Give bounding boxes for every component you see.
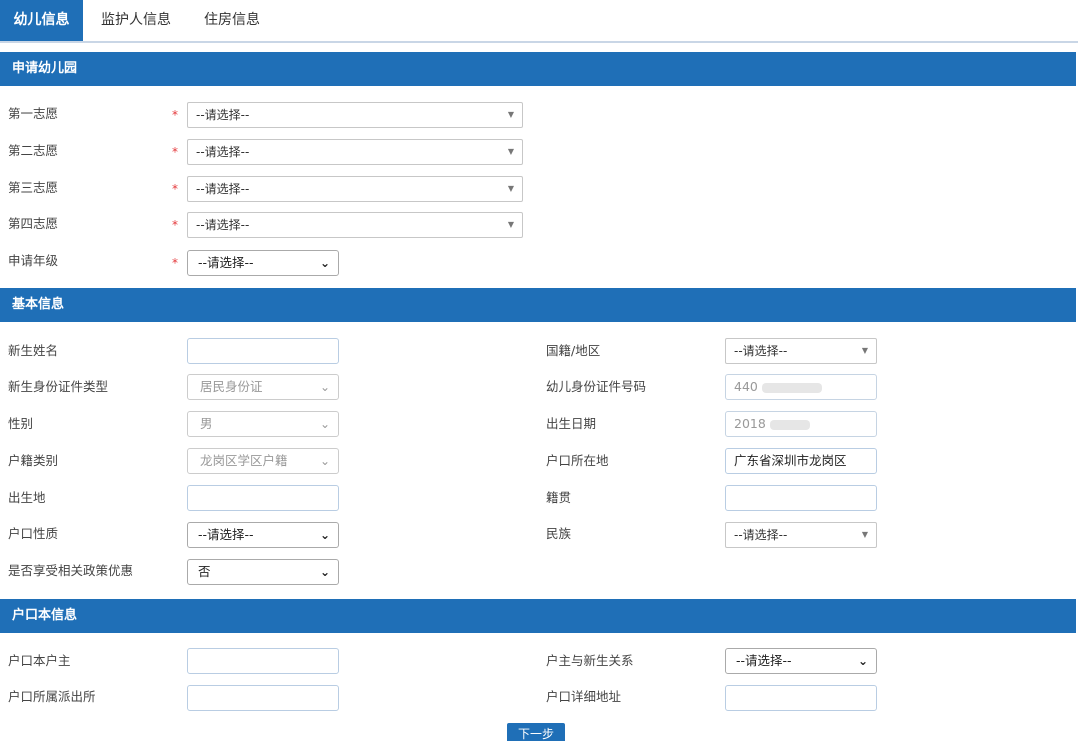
dropdown-arrow-icon: ▼ <box>507 220 514 229</box>
section-header-apply: 申请幼儿园 <box>0 52 1076 86</box>
nationality-select[interactable]: --请选择-- ▼ <box>725 338 877 364</box>
required-mark: * <box>172 182 178 196</box>
dropdown-arrow-icon: ▼ <box>507 147 514 156</box>
name-label: 新生姓名 <box>8 343 59 358</box>
hukou-location-label: 户口所在地 <box>546 453 609 468</box>
choice3-label: 第三志愿 <box>8 180 59 195</box>
native-place-input[interactable] <box>725 485 877 511</box>
choice3-select[interactable]: --请选择-- ▼ <box>187 176 523 202</box>
ethnicity-select[interactable]: --请选择-- ▼ <box>725 522 877 548</box>
redacted-mask <box>761 382 822 393</box>
hukou-type-value: 龙岗区学区户籍 <box>200 453 288 468</box>
hukou-type-select[interactable]: 龙岗区学区户籍 ⌄ <box>187 448 339 474</box>
hukou-type-label: 户籍类别 <box>8 453 59 468</box>
birthplace-input[interactable] <box>187 485 339 511</box>
chevron-down-icon: ⌄ <box>319 528 330 542</box>
choice3-select-value: --请选择-- <box>196 182 250 196</box>
chevron-down-icon: ⌄ <box>319 417 330 431</box>
policy-select[interactable]: 否 ⌄ <box>187 559 339 585</box>
required-mark: * <box>172 218 178 232</box>
choice2-select[interactable]: --请选择-- ▼ <box>187 139 523 165</box>
relation-value: --请选择-- <box>736 653 792 668</box>
required-mark: * <box>172 145 178 159</box>
relation-label: 户主与新生关系 <box>546 653 634 668</box>
address-label: 户口详细地址 <box>546 689 622 704</box>
grade-select[interactable]: --请选择-- ⌄ <box>187 250 339 276</box>
chevron-down-icon: ⌄ <box>319 565 330 579</box>
grade-select-value: --请选择-- <box>198 255 254 270</box>
nationality-label: 国籍/地区 <box>546 343 601 358</box>
hukou-nature-value: --请选择-- <box>198 527 254 542</box>
police-station-label: 户口所属派出所 <box>8 689 96 704</box>
gender-select[interactable]: 男 ⌄ <box>187 411 339 437</box>
hukou-location-input[interactable]: 广东省深圳市龙岗区 <box>725 448 877 474</box>
birth-date-input[interactable]: 2018 <box>725 411 877 437</box>
relation-select[interactable]: --请选择-- ⌄ <box>725 648 877 674</box>
hukou-nature-select[interactable]: --请选择-- ⌄ <box>187 522 339 548</box>
birthplace-label: 出生地 <box>8 490 46 505</box>
policy-label: 是否享受相关政策优惠 <box>8 563 134 578</box>
id-number-input[interactable]: 440 <box>725 374 877 400</box>
birth-date-value: 2018 <box>734 416 766 431</box>
police-station-input[interactable] <box>187 685 339 711</box>
tab-bar: 幼儿信息 监护人信息 住房信息 <box>0 0 1078 43</box>
dropdown-arrow-icon: ▼ <box>861 346 868 355</box>
choice2-select-value: --请选择-- <box>196 145 250 159</box>
policy-value: 否 <box>198 564 211 579</box>
chevron-down-icon: ⌄ <box>319 256 330 270</box>
id-type-value: 居民身份证 <box>200 379 263 394</box>
name-input[interactable] <box>187 338 339 364</box>
hukou-nature-label: 户口性质 <box>8 526 59 541</box>
required-mark: * <box>172 256 178 270</box>
choice4-select[interactable]: --请选择-- ▼ <box>187 212 523 238</box>
tab-guardian-info[interactable]: 监护人信息 <box>88 0 184 41</box>
section-header-household: 户口本信息 <box>0 599 1076 633</box>
dropdown-arrow-icon: ▼ <box>507 184 514 193</box>
choice2-label: 第二志愿 <box>8 143 59 158</box>
dropdown-arrow-icon: ▼ <box>507 110 514 119</box>
grade-label: 申请年级 <box>8 253 59 268</box>
ethnicity-label: 民族 <box>546 526 572 541</box>
required-mark: * <box>172 108 178 122</box>
id-type-select[interactable]: 居民身份证 ⌄ <box>187 374 339 400</box>
birth-date-label: 出生日期 <box>546 416 597 431</box>
gender-value: 男 <box>200 416 213 431</box>
tab-child-info[interactable]: 幼儿信息 <box>0 0 83 41</box>
ethnicity-value: --请选择-- <box>734 528 788 542</box>
native-place-label: 籍贯 <box>546 490 572 505</box>
section-header-basic: 基本信息 <box>0 288 1076 322</box>
household-head-label: 户口本户主 <box>8 653 71 668</box>
choice1-select[interactable]: --请选择-- ▼ <box>187 102 523 128</box>
chevron-down-icon: ⌄ <box>857 654 868 668</box>
gender-label: 性别 <box>8 416 34 431</box>
chevron-down-icon: ⌄ <box>319 380 330 394</box>
next-step-button[interactable]: 下一步 <box>507 723 565 741</box>
id-type-label: 新生身份证件类型 <box>8 379 109 394</box>
redacted-mask <box>769 419 810 430</box>
choice4-label: 第四志愿 <box>8 216 59 231</box>
id-number-value: 440 <box>734 379 758 394</box>
choice4-select-value: --请选择-- <box>196 218 250 232</box>
id-number-label: 幼儿身份证件号码 <box>546 379 647 394</box>
dropdown-arrow-icon: ▼ <box>861 530 868 539</box>
choice1-select-value: --请选择-- <box>196 108 250 122</box>
address-input[interactable] <box>725 685 877 711</box>
tab-housing-info[interactable]: 住房信息 <box>194 0 270 41</box>
chevron-down-icon: ⌄ <box>319 454 330 468</box>
nationality-value: --请选择-- <box>734 344 788 358</box>
choice1-label: 第一志愿 <box>8 106 59 121</box>
household-head-input[interactable] <box>187 648 339 674</box>
